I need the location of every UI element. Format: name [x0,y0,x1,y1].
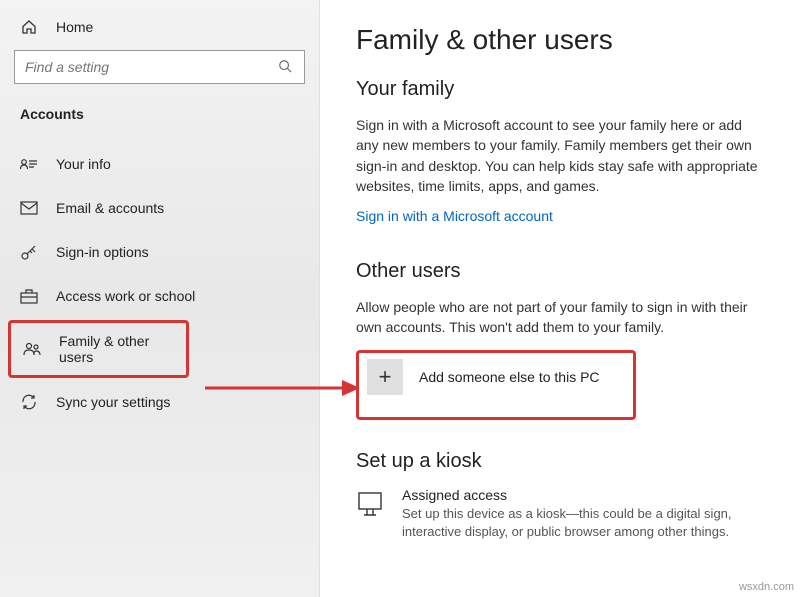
plus-icon: + [367,359,403,395]
sidebar-item-label: Family & other users [59,333,174,365]
sidebar-item-signin-options[interactable]: Sign-in options [0,230,319,274]
key-icon [20,243,38,261]
assigned-access-button[interactable]: Assigned access Set up this device as a … [356,487,764,541]
sidebar: Home Accounts Your info Email & accounts… [0,0,320,597]
section-heading: Accounts [0,106,319,142]
assigned-access-title: Assigned access [402,487,764,503]
page-title: Family & other users [356,24,764,56]
your-family-body: Sign in with a Microsoft account to see … [356,115,764,196]
sidebar-item-sync[interactable]: Sync your settings [0,380,319,424]
add-someone-label: Add someone else to this PC [419,369,600,385]
sidebar-item-work-school[interactable]: Access work or school [0,274,319,318]
main-content: Family & other users Your family Sign in… [320,0,800,597]
sidebar-item-label: Email & accounts [56,200,164,216]
home-label: Home [56,19,93,35]
user-card-icon [20,155,38,173]
people-icon [23,340,41,358]
watermark: wsxdn.com [739,581,794,593]
sidebar-item-label: Your info [56,156,111,172]
sidebar-item-family[interactable]: Family & other users [8,320,189,378]
other-users-body: Allow people who are not part of your fa… [356,297,764,338]
other-users-heading: Other users [356,260,764,283]
home-icon [20,18,38,36]
your-family-heading: Your family [356,78,764,101]
sidebar-item-label: Sign-in options [56,244,149,260]
home-button[interactable]: Home [0,18,319,50]
search-box[interactable] [14,50,305,84]
search-icon [278,59,294,75]
search-input[interactable] [25,59,278,75]
kiosk-heading: Set up a kiosk [356,450,764,473]
assigned-access-desc: Set up this device as a kiosk—this could… [402,505,764,541]
signin-microsoft-link[interactable]: Sign in with a Microsoft account [356,208,553,224]
add-someone-button[interactable]: + Add someone else to this PC [367,359,625,395]
sidebar-item-label: Access work or school [56,288,195,304]
sidebar-item-label: Sync your settings [56,394,170,410]
sidebar-item-email[interactable]: Email & accounts [0,186,319,230]
add-someone-highlight: + Add someone else to this PC [356,350,636,420]
mail-icon [20,199,38,217]
briefcase-icon [20,287,38,305]
sync-icon [20,393,38,411]
monitor-icon [356,487,384,521]
sidebar-item-your-info[interactable]: Your info [0,142,319,186]
